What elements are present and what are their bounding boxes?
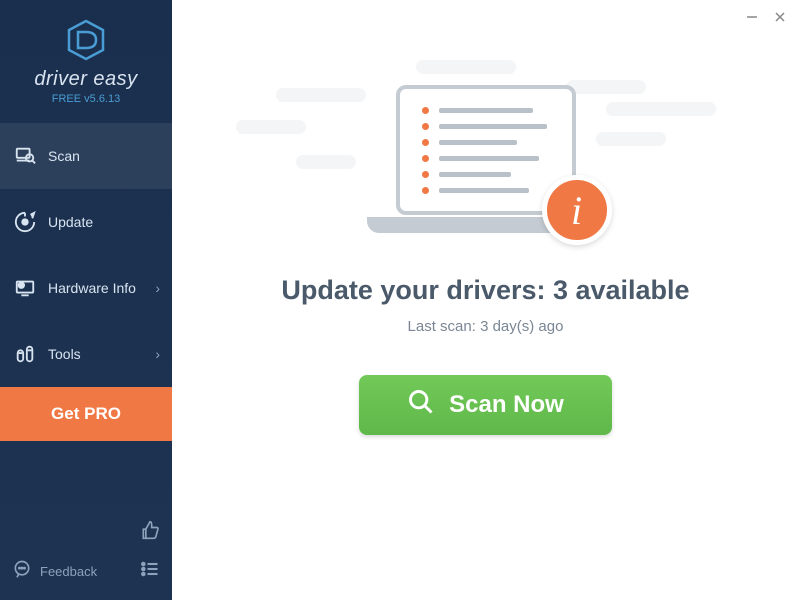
brand-name: driver easy — [34, 68, 137, 91]
close-button[interactable] — [773, 10, 787, 24]
sidebar: driver easy FREE v5.6.13 Scan — [0, 0, 172, 600]
chevron-right-icon: › — [155, 346, 160, 362]
sidebar-item-label: Scan — [48, 148, 160, 164]
list-menu-button[interactable] — [140, 559, 160, 584]
sidebar-item-hardware-info[interactable]: i Hardware Info › — [0, 255, 172, 321]
get-pro-button[interactable]: Get PRO — [0, 387, 172, 441]
sidebar-item-label: Hardware Info — [48, 280, 155, 296]
scan-now-button[interactable]: Scan Now — [359, 375, 612, 435]
tools-icon — [12, 343, 38, 365]
sidebar-item-label: Update — [48, 214, 160, 230]
laptop-illustration: i — [366, 85, 606, 255]
version-text: FREE v5.6.13 — [52, 93, 120, 105]
sidebar-item-tools[interactable]: Tools › — [0, 321, 172, 387]
sidebar-bottom: Feedback — [0, 510, 172, 600]
app-logo-icon — [64, 18, 108, 62]
update-icon — [12, 211, 38, 233]
thumbs-up-button[interactable] — [140, 520, 160, 545]
get-pro-label: Get PRO — [51, 404, 121, 424]
scan-button-label: Scan Now — [449, 391, 564, 419]
info-badge-icon: i — [542, 175, 612, 245]
sidebar-item-scan[interactable]: Scan — [0, 123, 172, 189]
sidebar-item-update[interactable]: Update — [0, 189, 172, 255]
svg-text:i: i — [21, 283, 22, 288]
last-scan-text: Last scan: 3 day(s) ago — [408, 318, 564, 335]
chevron-right-icon: › — [155, 280, 160, 296]
sidebar-item-label: Tools — [48, 346, 155, 362]
scan-icon — [12, 145, 38, 167]
hardware-icon: i — [12, 277, 38, 299]
feedback-button[interactable]: Feedback — [12, 559, 97, 584]
feedback-icon — [12, 559, 32, 584]
feedback-label: Feedback — [40, 564, 97, 579]
logo-section: driver easy FREE v5.6.13 — [0, 0, 172, 115]
main-content: i Update your drivers: 3 available Last … — [172, 0, 799, 600]
minimize-button[interactable] — [745, 10, 759, 24]
magnify-icon — [407, 388, 435, 423]
